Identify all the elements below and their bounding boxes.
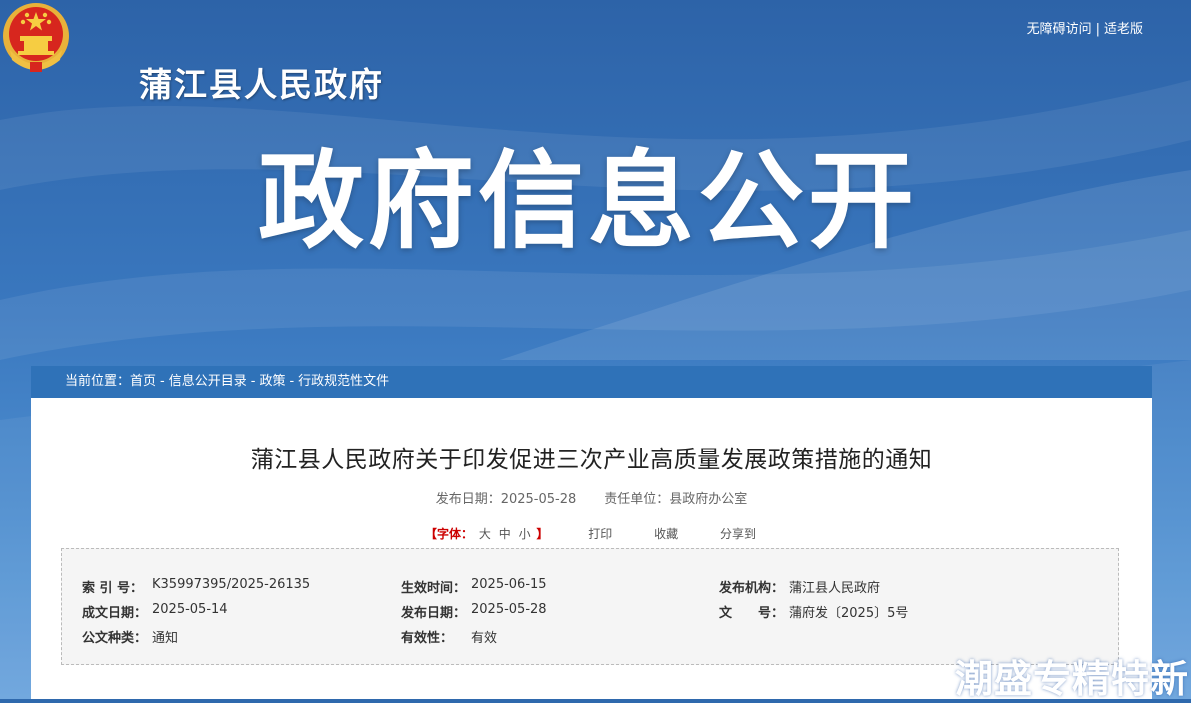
info-row: 成文日期： 2025-05-14 发布日期： 2025-05-28 文 号： 蒲府发〔… — [82, 602, 1118, 627]
font-small-button[interactable]: 小 — [519, 527, 531, 541]
document-tools: 【字体： 大 中 小 】 打印 收藏 分享到 — [31, 525, 1152, 542]
banner-title: 政府信息公开 — [258, 140, 918, 263]
breadcrumb: 当前位置：首页 - 信息公开目录 - 政策 - 行政规范性文件 — [31, 366, 1152, 398]
docno-label: 文 号： — [719, 606, 785, 621]
index-value: K35997395/2025-26135 — [152, 577, 311, 592]
breadcrumb-policy[interactable]: 政策 — [259, 374, 285, 389]
docno-value: 蒲府发〔2025〕5号 — [789, 606, 909, 621]
font-size-close: 】 — [536, 527, 549, 541]
validity-label: 有效性： — [401, 631, 454, 646]
issuer-label: 发布机构： — [719, 581, 785, 596]
share-button[interactable]: 分享到 — [720, 527, 756, 541]
created-value: 2025-05-14 — [152, 602, 228, 617]
site-name[interactable]: 蒲江县人民政府 — [139, 58, 384, 106]
accessibility-link[interactable]: 无障碍访问 — [1027, 22, 1092, 37]
elderly-mode-link[interactable]: 适老版 — [1104, 22, 1143, 37]
breadcrumb-prefix: 当前位置： — [65, 374, 131, 389]
top-links: 无障碍访问 | 适老版 — [1027, 18, 1143, 37]
info-publish-label: 发布日期： — [401, 606, 467, 621]
print-button[interactable]: 打印 — [588, 527, 612, 541]
document-meta: 发布日期：2025-05-28 责任单位：县政府办公室 — [31, 488, 1152, 507]
type-label: 公文种类： — [82, 631, 148, 646]
breadcrumb-normative-docs[interactable]: 行政规范性文件 — [298, 374, 389, 389]
watermark: 潮盛专精特新 — [954, 657, 1189, 701]
info-row: 索 引 号： K35997395/2025-26135 生效时间： 2025-06-… — [82, 577, 1118, 602]
validity-value: 有效 — [471, 631, 498, 646]
dept-label: 责任单位： — [604, 492, 670, 507]
breadcrumb-home[interactable]: 首页 — [130, 374, 156, 389]
breadcrumb-separator: - — [289, 374, 295, 389]
publish-date: 2025-05-28 — [500, 492, 577, 507]
breadcrumb-separator: - — [160, 374, 165, 389]
breadcrumb-separator: - — [250, 374, 256, 389]
info-publish-value: 2025-05-28 — [471, 602, 547, 617]
issuer-value: 蒲江县人民政府 — [789, 581, 881, 596]
type-value: 通知 — [152, 631, 179, 646]
national-emblem-icon[interactable] — [0, 0, 72, 76]
created-label: 成文日期： — [82, 606, 148, 621]
link-separator: | — [1095, 22, 1100, 37]
index-label: 索 引 号： — [82, 581, 144, 596]
dept-name: 县政府办公室 — [669, 492, 748, 507]
font-size-label: 【字体： — [425, 527, 474, 541]
breadcrumb-catalog[interactable]: 信息公开目录 — [169, 374, 247, 389]
favorite-button[interactable]: 收藏 — [654, 527, 678, 541]
font-large-button[interactable]: 大 — [479, 527, 491, 541]
document-title: 蒲江县人民政府关于印发促进三次产业高质量发展政策措施的通知 — [250, 447, 933, 473]
publish-date-label: 发布日期： — [435, 492, 501, 507]
font-medium-button[interactable]: 中 — [499, 527, 511, 541]
effective-value: 2025-06-15 — [471, 577, 547, 592]
effective-label: 生效时间： — [401, 581, 467, 596]
